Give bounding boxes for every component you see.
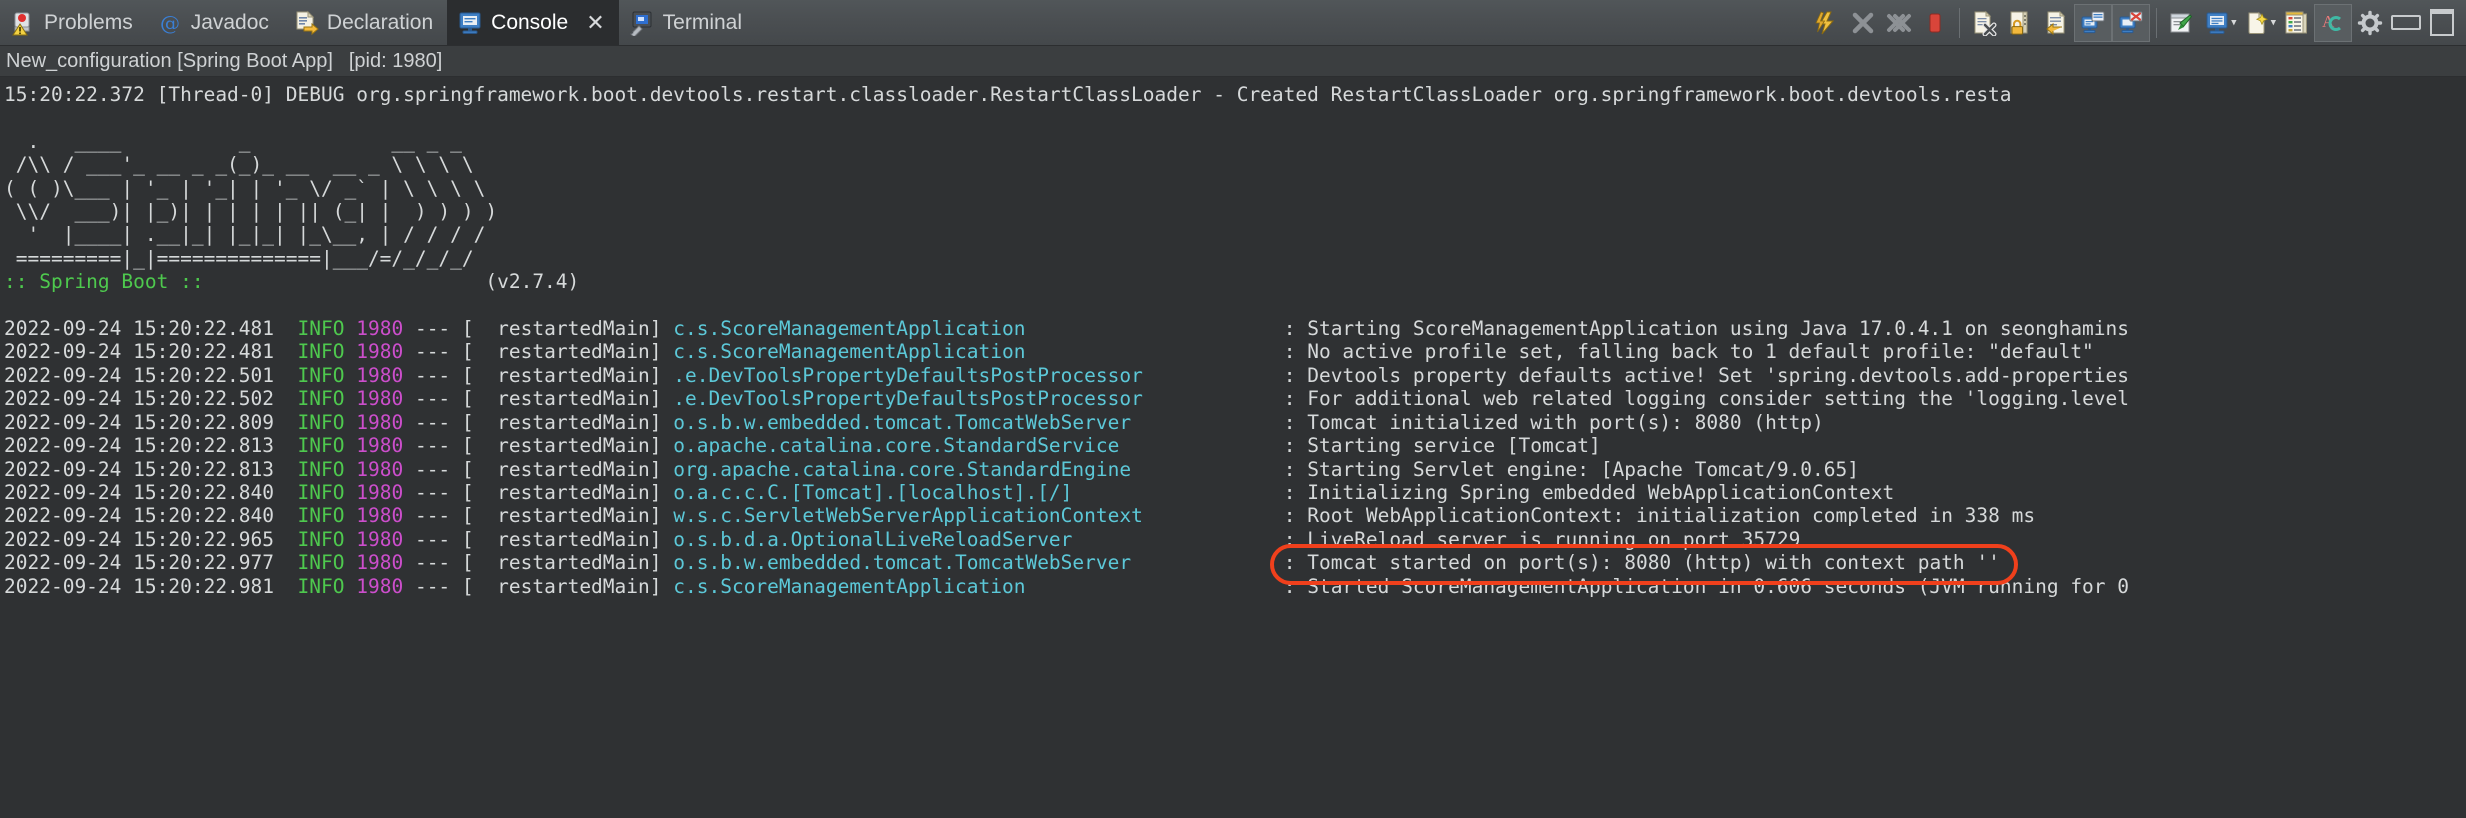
tab-label: Terminal: [662, 10, 743, 34]
stop-icon[interactable]: [1917, 5, 1953, 41]
svg-text:@: @: [160, 11, 180, 35]
terminal-icon: [629, 10, 655, 36]
javadoc-icon: @: [157, 10, 183, 36]
tab-label: Console: [491, 10, 569, 34]
ansi-color-icon[interactable]: A: [2314, 3, 2352, 42]
tab-declaration[interactable]: Declaration: [283, 0, 447, 45]
show-console-icon[interactable]: [2074, 3, 2113, 42]
tab-label: Problems: [44, 10, 133, 34]
launch-configuration-bar: New_configuration [Spring Boot App] [pid…: [0, 46, 2466, 77]
console-preferences-icon[interactable]: [2278, 5, 2314, 41]
view-menu-icon[interactable]: [2352, 5, 2388, 41]
console-icon: [457, 10, 483, 36]
problems-icon: [10, 10, 36, 36]
display-selected-console-icon[interactable]: [2199, 5, 2235, 41]
open-console-icon[interactable]: [2239, 5, 2275, 41]
tab-problems[interactable]: Problems: [0, 0, 147, 45]
terminate-all-icon[interactable]: [1881, 5, 1917, 41]
process-id: [pid: 1980]: [348, 49, 443, 72]
minimize-icon[interactable]: [2388, 5, 2424, 41]
tab-label: Javadoc: [190, 10, 269, 34]
tab-terminal[interactable]: Terminal: [619, 0, 756, 45]
word-wrap-icon[interactable]: [2038, 5, 2074, 41]
console-output[interactable]: 15:20:22.372 [Thread-0] DEBUG org.spring…: [0, 77, 2466, 818]
console-log-text: 15:20:22.372 [Thread-0] DEBUG org.spring…: [4, 83, 2130, 598]
pin-console-icon[interactable]: [2163, 5, 2199, 41]
console-toolbar: ▼ ▼ A: [1809, 0, 2466, 45]
show-console-err-icon[interactable]: [2112, 3, 2151, 42]
clear-console-icon[interactable]: [1966, 5, 2002, 41]
tab-list: Problems @ Javadoc Declaration Console ✕…: [0, 0, 756, 45]
tab-console[interactable]: Console ✕: [447, 0, 619, 45]
relaunch-icon[interactable]: [1809, 5, 1845, 41]
declaration-icon: [293, 10, 319, 36]
tab-label: Declaration: [326, 10, 434, 34]
scroll-lock-icon[interactable]: [2002, 5, 2038, 41]
view-tab-bar: Problems @ Javadoc Declaration Console ✕…: [0, 0, 2466, 46]
toolbar-separator: [1959, 7, 1961, 38]
tab-javadoc[interactable]: @ Javadoc: [147, 0, 283, 45]
toolbar-separator: [2156, 7, 2158, 38]
terminate-icon[interactable]: [1845, 5, 1881, 41]
close-icon[interactable]: ✕: [586, 11, 604, 34]
configuration-name: New_configuration [Spring Boot App]: [6, 49, 333, 72]
maximize-icon[interactable]: [2424, 5, 2460, 41]
